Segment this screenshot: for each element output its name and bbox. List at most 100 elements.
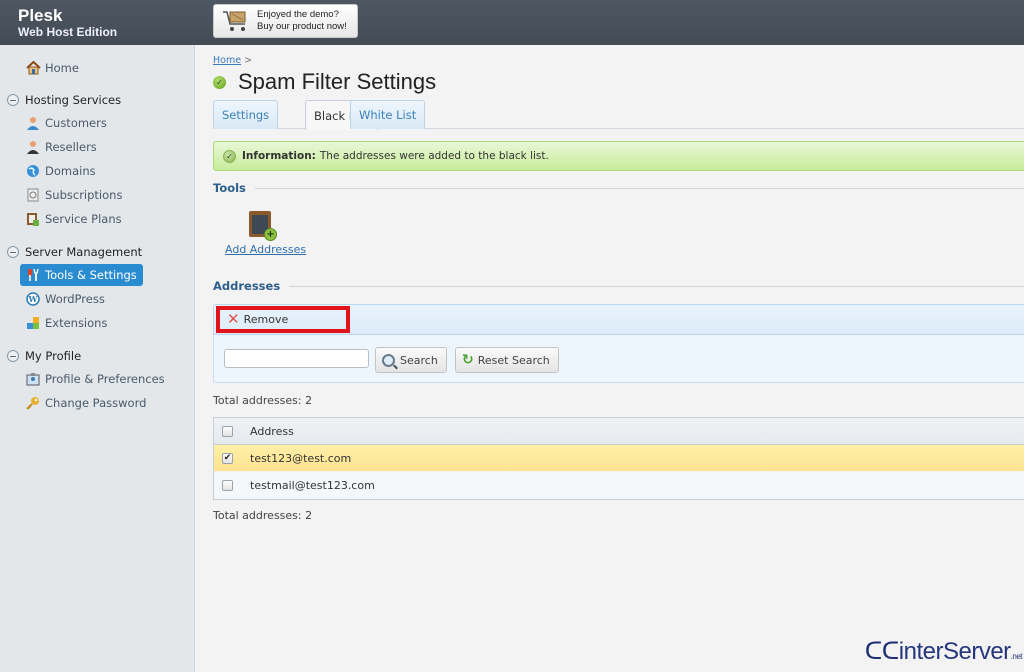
promo-line-1: Enjoyed the demo? [257,9,339,20]
sidebar-item-extensions[interactable]: Extensions [20,312,113,334]
tab-bar: Settings Black List White List [213,100,1024,129]
sidebar-item-label: Service Plans [45,212,122,226]
row-checkbox[interactable]: ✔ [222,453,233,464]
addresses-heading: Addresses [213,279,280,293]
tab-white-list[interactable]: White List [350,100,425,129]
tools-icon [25,267,41,283]
collapse-icon[interactable] [7,246,19,258]
remove-label: Remove [244,313,289,326]
breadcrumb: Home > [213,55,252,66]
remove-button[interactable]: ✕ Remove [216,306,350,333]
search-button[interactable]: Search [375,347,447,373]
page-title: Spam Filter Settings [238,69,436,95]
add-addresses-label[interactable]: Add Addresses [225,243,305,256]
sidebar-item-home[interactable]: Home [20,57,85,79]
search-label: Search [400,354,438,367]
reseller-icon [25,139,41,155]
row-checkbox[interactable] [222,480,233,491]
sidebar-item-change-password[interactable]: Change Password [20,392,152,414]
clipboard-add-icon: + [249,211,271,237]
customer-icon [25,115,41,131]
profile-icon [25,371,41,387]
status-ok-icon: ✓ [213,76,226,89]
sidebar-item-label: Extensions [45,316,107,330]
table-row[interactable]: ✔ test123@test.com [214,445,1024,472]
sidebar-item-tools-settings[interactable]: Tools & Settings [20,264,143,286]
sidebar-item-customers[interactable]: Customers [20,112,113,134]
add-addresses-button[interactable]: + Add Addresses [225,211,305,256]
sidebar-item-label: Resellers [45,140,97,154]
message-text: The addresses were added to the black li… [320,150,549,162]
sidebar-item-subscriptions[interactable]: Subscriptions [20,184,128,206]
sidebar-item-label: Domains [45,164,96,178]
tools-section-heading: Tools [213,180,1024,196]
divider [255,188,1024,189]
reset-search-label: Reset Search [478,354,550,367]
addresses-section-heading: Addresses [213,278,1024,294]
service-plan-icon [25,211,41,227]
brand-name: Plesk [18,6,117,25]
globe-icon [25,163,41,179]
breadcrumb-home[interactable]: Home [213,55,241,66]
buy-product-banner[interactable]: Enjoyed the demo? Buy our product now! [213,4,358,38]
logo-mark-icon: ᑕᑕ [865,638,899,665]
addresses-table: Address ✔ test123@test.com testmail@test… [213,417,1024,500]
total-addresses-bottom: Total addresses: 2 [213,509,312,522]
subscription-icon [25,187,41,203]
sidebar-item-label: Customers [45,116,107,130]
key-icon [25,395,41,411]
sidebar: Home Hosting Services Customers Reseller… [0,45,195,672]
address-cell: testmail@test123.com [250,479,375,492]
list-toolbar: ✕ Remove [213,304,1024,335]
collapse-icon[interactable] [7,94,19,106]
extensions-icon [25,315,41,331]
message-label: Information: [242,150,316,162]
sidebar-item-resellers[interactable]: Resellers [20,136,103,158]
breadcrumb-separator: > [244,55,252,66]
select-all-checkbox[interactable] [222,426,233,437]
logo-text: interServer [899,638,1011,665]
sidebar-item-profile-preferences[interactable]: Profile & Preferences [20,368,171,390]
address-cell: test123@test.com [250,452,351,465]
sidebar-item-domains[interactable]: Domains [20,160,102,182]
brand-logo[interactable]: Plesk Web Host Edition [18,6,117,39]
main-content: Home > ✓ Spam Filter Settings Settings B… [196,45,1024,672]
sidebar-section-my-profile[interactable]: My Profile [7,347,81,365]
column-address[interactable]: Address [250,425,294,438]
sidebar-section-hosting-services[interactable]: Hosting Services [7,91,121,109]
wordpress-icon: W [25,291,41,307]
page-header: ✓ Spam Filter Settings [213,69,436,95]
reset-arrow-icon: ↻ [462,352,474,368]
tools-heading: Tools [213,181,246,195]
info-message: ✓ Information: The addresses were added … [213,141,1024,171]
divider [289,286,1024,287]
sidebar-item-label: Profile & Preferences [45,372,165,386]
collapse-icon[interactable] [7,350,19,362]
success-icon: ✓ [223,150,236,163]
sidebar-item-label: Change Password [45,396,146,410]
logo-suffix: .net [1011,652,1022,661]
interserver-logo: ᑕᑕinterServer.net [865,637,1022,666]
sidebar-item-label: WordPress [45,292,105,306]
home-icon [25,60,41,76]
table-row[interactable]: testmail@test123.com [214,472,1024,499]
reset-search-button[interactable]: ↻ Reset Search [455,347,559,373]
search-input[interactable] [224,349,369,368]
tab-settings[interactable]: Settings [213,100,278,129]
sidebar-item-label: Home [45,61,79,75]
svg-text:W: W [28,294,39,304]
sidebar-item-service-plans[interactable]: Service Plans [20,208,128,230]
sidebar-section-label: My Profile [25,349,81,363]
promo-line-2: Buy our product now! [257,21,347,32]
brand-edition: Web Host Edition [18,25,117,39]
top-header: Plesk Web Host Edition Enjoyed the demo?… [0,0,1024,45]
search-panel: Search ↻ Reset Search [213,335,1024,383]
sidebar-section-server-management[interactable]: Server Management [7,243,142,261]
remove-x-icon: ✕ [227,312,240,327]
sidebar-section-label: Hosting Services [25,93,121,107]
total-addresses-top: Total addresses: 2 [213,394,312,407]
sidebar-item-label: Subscriptions [45,188,122,202]
sidebar-item-wordpress[interactable]: W WordPress [20,288,111,310]
sidebar-item-label: Tools & Settings [45,268,137,282]
sidebar-section-label: Server Management [25,245,142,259]
